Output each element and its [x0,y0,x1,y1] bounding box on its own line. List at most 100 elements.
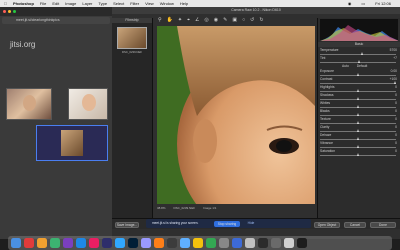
panel-tab-basic[interactable]: Basic [318,42,400,47]
dock-app-icon[interactable] [115,238,125,248]
menu-edit[interactable]: Edit [52,0,59,7]
hand-tool-icon[interactable]: ✋ [167,17,173,23]
dock-app-icon[interactable] [50,238,60,248]
menu-select[interactable]: Select [113,0,124,7]
slider-blacks[interactable]: Blacks 0 [318,109,400,117]
cancel-button[interactable]: Cancel [344,221,366,228]
dock-app-icon[interactable] [24,238,34,248]
slider-knob[interactable] [357,129,359,132]
slider-value[interactable]: 0 [395,101,397,106]
crop-tool-icon[interactable]: ⌖ [187,17,190,23]
rotate-left-icon[interactable]: ↺ [250,17,254,23]
slider-contrast[interactable]: Contrast +100 [318,77,400,85]
slider-value[interactable]: 0 [395,117,397,122]
slider-knob[interactable] [394,81,396,84]
dock-app-icon[interactable] [128,238,138,248]
slider-value[interactable]: 0 [395,133,397,138]
menu-image[interactable]: Image [65,0,76,7]
slider-value[interactable]: 0 [395,109,397,114]
slider-clarity[interactable]: Clarity 0 [318,125,400,133]
open-object-button[interactable]: Open Object [314,221,340,228]
straighten-tool-icon[interactable]: ∠ [195,17,199,23]
save-image-button[interactable]: Save Image... [115,221,139,228]
dock-app-icon[interactable] [232,238,242,248]
slider-knob[interactable] [357,89,359,92]
slider-knob[interactable] [357,113,359,116]
slider-knob[interactable] [357,105,359,108]
slider-knob[interactable] [357,153,359,156]
done-button[interactable]: Done [370,221,396,228]
slider-temperature[interactable]: Temperature 5700 [318,48,400,56]
slider-knob[interactable] [358,60,361,63]
slider-track[interactable] [320,82,396,84]
radial-filter-icon[interactable]: ○ [242,17,245,23]
dock-app-icon[interactable] [63,238,73,248]
dock-app-icon[interactable] [89,238,99,248]
red-eye-icon[interactable]: ◉ [214,17,218,23]
menu-filter[interactable]: Filter [130,0,139,7]
dock-app-icon[interactable] [271,238,281,248]
minimize-window-icon[interactable] [8,10,11,13]
slider-value[interactable]: 5700 [390,48,397,53]
slider-saturation[interactable]: Saturation 0 [318,149,400,157]
dock-app-icon[interactable] [219,238,229,248]
menu-clock[interactable]: Fri 12:06 [375,0,391,7]
menu-help[interactable]: Help [180,0,188,7]
dock-app-icon[interactable] [141,238,151,248]
dock-app-icon[interactable] [193,238,203,248]
screen-share-preview[interactable] [36,125,108,161]
dock-app-icon[interactable] [11,238,21,248]
dock-app-icon[interactable] [37,238,47,248]
slider-vibrance[interactable]: Vibrance 0 [318,141,400,149]
slider-knob[interactable] [357,145,359,148]
menu-view[interactable]: View [145,0,154,7]
zoom-tool-icon[interactable]: ⚲ [158,17,162,23]
slider-highlights[interactable]: Highlights 0 [318,85,400,93]
wifi-icon[interactable]: ◉ [348,0,352,7]
graduated-filter-icon[interactable]: ▣ [232,17,237,23]
dock-app-icon[interactable] [102,238,112,248]
menu-type[interactable]: Type [98,0,107,7]
slider-value[interactable]: 0 [395,149,397,154]
slider-value[interactable]: 0 [395,141,397,146]
slider-knob[interactable] [357,73,359,76]
zoom-window-icon[interactable] [13,10,16,13]
dock-app-icon[interactable] [76,238,86,248]
dock-app-icon[interactable] [154,238,164,248]
default-link[interactable]: Default [357,64,367,68]
participant-video[interactable] [6,88,52,120]
slider-value[interactable]: 0 [395,85,397,90]
apple-icon[interactable]:  [4,0,7,7]
slider-shadows[interactable]: Shadows 0 [318,93,400,101]
battery-icon[interactable]: ▭ [361,0,365,7]
dock-app-icon[interactable] [206,238,216,248]
spot-removal-icon[interactable]: ◎ [204,17,208,23]
close-window-icon[interactable] [3,10,6,13]
dock-app-icon[interactable] [180,238,190,248]
hide-button[interactable]: Hide [244,221,258,227]
slider-exposure[interactable]: Exposure 0.00 [318,69,400,77]
slider-whites[interactable]: Whites 0 [318,101,400,109]
white-balance-tool-icon[interactable]: ✦ [178,17,182,23]
rotate-right-icon[interactable]: ↻ [259,17,263,23]
brush-tool-icon[interactable]: ✎ [223,17,227,23]
filmstrip-thumbnail[interactable] [117,27,147,49]
slider-value[interactable]: +7 [393,56,397,61]
dock-app-icon[interactable] [258,238,268,248]
address-bar[interactable]: meet.jit.si/clearlongthinkpics [2,17,110,24]
dock-app-icon[interactable] [245,238,255,248]
slider-knob[interactable] [357,97,359,100]
menu-layer[interactable]: Layer [82,0,92,7]
zoom-level[interactable]: 38.8% [157,206,166,210]
menu-file[interactable]: File [40,0,46,7]
slider-track[interactable] [320,53,396,55]
dock-app-icon[interactable] [167,238,177,248]
stop-sharing-button[interactable]: Stop sharing [214,220,240,227]
menu-window[interactable]: Window [160,0,174,7]
slider-knob[interactable] [360,52,363,55]
slider-value[interactable]: 0 [395,93,397,98]
slider-texture[interactable]: Texture 0 [318,117,400,125]
slider-value[interactable]: 0.00 [391,69,397,74]
slider-tint[interactable]: Tint +7 [318,56,400,64]
slider-knob[interactable] [357,137,359,140]
